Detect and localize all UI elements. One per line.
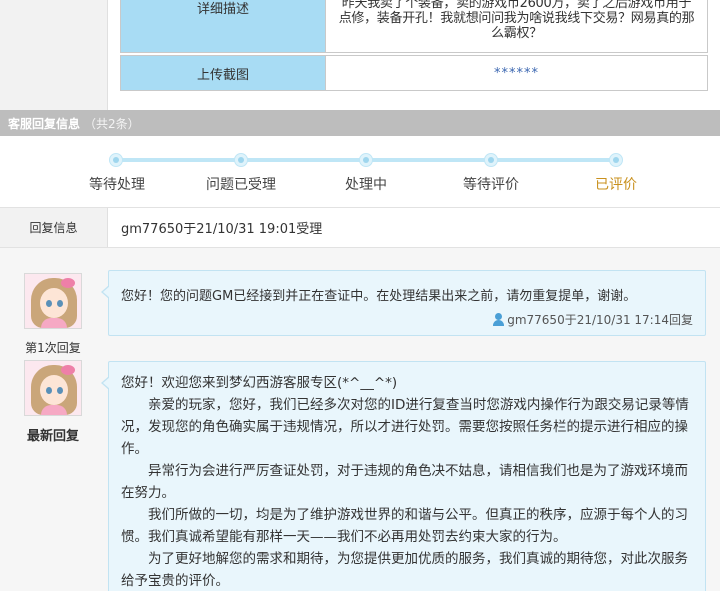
reply-2-paragraph: 异常行为会进行严厉查证处罚，对于违规的角色决不姑息，请相信我们也是为了游戏环境而…	[121, 463, 688, 501]
reply-info-row: 回复信息 gm77650于21/10/31 19:01受理	[0, 208, 720, 248]
step-processing: 处理中	[345, 177, 387, 193]
upload-screenshot-link[interactable]: ******	[326, 56, 708, 90]
upload-row: 上传截图 ******	[120, 55, 708, 91]
gm-avatar-latest	[24, 360, 82, 416]
reply-section-header: 客服回复信息 （共2条）	[0, 110, 720, 136]
gm-avatar	[24, 273, 82, 329]
reply-2-paragraph: 我们所做的一切，均是为了维护游戏世界的和谐与公平。但真正的秩序，应源于每个人的习…	[121, 507, 688, 545]
progress-dot-3	[359, 153, 373, 167]
description-value: 昨天我卖了个装备，卖的游戏币2600万，卖了之后游戏币用于点修，装备开孔！我就想…	[326, 0, 708, 52]
description-row: 详细描述 昨天我卖了个装备，卖的游戏币2600万，卖了之后游戏币用于点修，装备开…	[120, 0, 708, 53]
ticket-detail-page: 详细描述 昨天我卖了个装备，卖的游戏币2600万，卖了之后游戏币用于点修，装备开…	[0, 0, 720, 591]
user-icon	[492, 313, 505, 326]
progress-dot-2	[234, 153, 248, 167]
progress-dot-1	[109, 153, 123, 167]
reply-1-meta: gm77650于21/10/31 17:14回复	[492, 311, 693, 328]
reply-2-greeting: 您好！欢迎您来到梦幻西游客服专区(*^__^*)	[121, 375, 398, 391]
reply-2-paragraph: 亲爱的玩家，您好，我们已经多次对您的ID进行复查当时您游戏内操作行为跟交易记录等…	[121, 397, 689, 457]
step-accepted: 问题已受理	[206, 177, 276, 193]
reply-1-meta-text: gm77650于21/10/31 17:14回复	[507, 313, 693, 327]
reply-info-label: 回复信息	[0, 208, 108, 247]
section-title: 客服回复信息	[8, 116, 81, 131]
progress-dot-5	[609, 153, 623, 167]
reply-bubble-2: 您好！欢迎您来到梦幻西游客服专区(*^__^*) 亲爱的玩家，您好，我们已经多次…	[101, 361, 706, 591]
progress-dot-4	[484, 153, 498, 167]
conversation: 第1次回复 您好！您的问题GM已经接到并正在查证中。在处理结果出来之前，请勿重复…	[0, 248, 720, 591]
reply-info-value: gm77650于21/10/31 19:01受理	[121, 222, 323, 237]
ticket-form: 详细描述 昨天我卖了个装备，卖的游戏币2600万，卖了之后游戏币用于点修，装备开…	[0, 0, 720, 110]
upload-label: 上传截图	[120, 56, 326, 90]
reply-1-message: 您好！您的问题GM已经接到并正在查证中。在处理结果出来之前，请勿重复提单，谢谢。	[121, 289, 637, 304]
reply-2-paragraph: 为了更好地解您的需求和期待，为您提供更加优质的服务，我们真诚的期待您，对此次服务…	[121, 551, 688, 589]
step-rated: 已评价	[595, 177, 637, 193]
reply-count: （共2条）	[84, 116, 140, 131]
form-table: 详细描述 昨天我卖了个装备，卖的游戏币2600万，卖了之后游戏币用于点修，装备开…	[120, 0, 708, 91]
reply-1-label: 第1次回复	[25, 341, 81, 355]
description-label: 详细描述	[120, 0, 326, 52]
step-waiting: 等待处理	[89, 177, 145, 193]
ticket-progress: 等待处理 问题已受理 处理中 等待评价 已评价	[0, 136, 720, 208]
reply-2-label: 最新回复	[26, 429, 79, 444]
step-awaiting-rating: 等待评价	[463, 177, 519, 193]
reply-bubble-1: 您好！您的问题GM已经接到并正在查证中。在处理结果出来之前，请勿重复提单，谢谢。…	[101, 270, 706, 336]
form-left-column	[0, 0, 108, 110]
